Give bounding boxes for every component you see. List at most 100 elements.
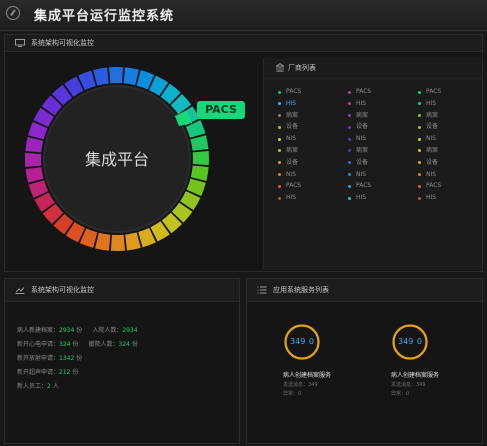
stat-label: 新开心电申请：: [17, 341, 60, 348]
vendor-item[interactable]: HIS: [276, 192, 346, 204]
status-dot-icon: [348, 149, 351, 153]
stats-panel: 系统架构可视化监控 病人新建档案：2934 份入院人数：2934 新开心电申请：32…: [4, 278, 240, 444]
status-dot-icon: [418, 137, 421, 141]
service-count: 349 0: [290, 337, 314, 346]
stat-value: 1342: [59, 355, 75, 362]
vendor-label: HIS: [356, 99, 367, 107]
vendor-item[interactable]: NIS: [416, 133, 486, 145]
vendor-item[interactable]: NIS: [346, 133, 416, 145]
ring-segment[interactable]: [108, 66, 124, 84]
vendor-label: PACS: [426, 182, 442, 190]
line-chart-icon: [15, 287, 25, 294]
pacs-callout[interactable]: PACS: [197, 101, 245, 119]
vendor-item[interactable]: PACS: [416, 86, 486, 98]
stat-label: 人: [52, 383, 59, 390]
ring-segment[interactable]: [110, 234, 126, 252]
bank-icon: [276, 63, 284, 72]
vendor-label: PACS: [286, 88, 302, 95]
stat-value: 324: [118, 341, 130, 348]
vendor-label: NIS: [286, 170, 297, 178]
vendor-item[interactable]: 病案: [416, 145, 486, 157]
service-messages: 发送消息：349: [391, 382, 426, 388]
status-dot-icon: [348, 184, 351, 188]
ring-segment[interactable]: [123, 67, 139, 86]
app-title: 集成平台运行监控系统: [34, 9, 175, 24]
vendor-item[interactable]: NIS: [276, 169, 346, 181]
vendor-item[interactable]: NIS: [416, 169, 486, 181]
service-card[interactable]: 349 0 病人创建档案服务 发送消息：349 异常：0: [283, 323, 363, 397]
ring-segment[interactable]: [190, 165, 209, 181]
vendor-item[interactable]: 设备: [346, 157, 416, 169]
vendor-item[interactable]: 设备: [276, 121, 346, 133]
ring-segment[interactable]: [93, 67, 109, 86]
vendor-list-header: 厂商列表: [264, 58, 482, 79]
vendor-label: NIS: [426, 135, 437, 143]
ring-segment[interactable]: [25, 167, 44, 183]
vendor-item[interactable]: 设备: [416, 121, 486, 133]
panel-header: 应用系统服务列表: [247, 279, 482, 302]
vendor-item[interactable]: 病案: [346, 145, 416, 157]
stat-label: 份: [76, 355, 83, 362]
stat-label: 份: [131, 341, 138, 348]
vendor-item[interactable]: PACS: [346, 180, 416, 192]
status-dot-icon: [278, 90, 281, 94]
ring-segment[interactable]: [25, 152, 42, 168]
vendor-label: NIS: [426, 170, 437, 178]
ring-segment[interactable]: [192, 150, 210, 166]
vendor-item[interactable]: 病案: [276, 110, 346, 122]
vendor-label: 设备: [286, 158, 299, 166]
top-bar: 集成平台运行监控系统: [0, 0, 487, 31]
status-dot-icon: [348, 114, 351, 118]
status-dot-icon: [278, 161, 281, 165]
vendor-item[interactable]: 病案: [416, 110, 486, 122]
vendor-label: 设备: [426, 123, 439, 131]
list-icon: [257, 286, 267, 294]
vendor-item[interactable]: 病案: [276, 145, 346, 157]
vendor-item[interactable]: NIS: [276, 133, 346, 145]
stat-label: 病人新建档案：: [17, 327, 60, 334]
stat-value: 212: [59, 369, 71, 376]
vendor-item[interactable]: PACS: [276, 180, 346, 192]
service-card[interactable]: 349 0 病人创建档案服务 发送消息：349 异常：0: [391, 323, 471, 397]
status-dot-icon: [278, 184, 281, 188]
vendor-item[interactable]: HIS: [346, 192, 416, 204]
stat-label: 份: [72, 369, 79, 376]
vendor-label: 病案: [356, 111, 369, 119]
service-gauge: 349 0: [391, 323, 429, 361]
ring-segment[interactable]: [190, 135, 209, 151]
vendor-item[interactable]: NIS: [346, 169, 416, 181]
vendor-item[interactable]: PACS: [416, 180, 486, 192]
stat-label: 撤院人数：: [88, 341, 119, 348]
service-errors: 异常：0: [391, 391, 410, 397]
ring-segment[interactable]: [95, 232, 111, 251]
vendor-column: PACS HIS 病案 设备 NIS 病案 设备 NIS PACS HIS: [276, 86, 346, 204]
stat-value: 324: [59, 341, 71, 348]
status-dot-icon: [418, 90, 421, 94]
vendor-item[interactable]: 设备: [346, 121, 416, 133]
vendor-item[interactable]: HIS: [416, 192, 486, 204]
stat-row: 新开放射申请：1342 份: [17, 353, 82, 362]
logo-icon: [6, 6, 20, 20]
vendor-label: 设备: [286, 123, 299, 131]
status-dot-icon: [348, 90, 351, 94]
vendor-label: HIS: [286, 99, 297, 107]
ring-segment[interactable]: [25, 137, 44, 153]
stat-label: 新入员工：: [17, 383, 48, 390]
vendor-item[interactable]: 设备: [416, 157, 486, 169]
service-count: 349 0: [398, 337, 422, 346]
vendor-column: PACS HIS 病案 设备 NIS 病案 设备 NIS PACS HIS: [416, 86, 486, 204]
vendor-label: 病案: [426, 111, 439, 119]
status-dot-icon: [418, 102, 421, 106]
vendor-item[interactable]: HIS: [276, 98, 346, 110]
vendor-item[interactable]: PACS: [276, 86, 346, 98]
vendor-item[interactable]: PACS: [346, 86, 416, 98]
vendor-item[interactable]: 病案: [346, 110, 416, 122]
vendor-item[interactable]: HIS: [416, 98, 486, 110]
ring-segment[interactable]: [125, 232, 141, 251]
vendor-label: 病案: [286, 111, 299, 119]
vendor-item[interactable]: 设备: [276, 157, 346, 169]
status-dot-icon: [278, 125, 281, 129]
status-dot-icon: [278, 173, 281, 177]
vendor-item[interactable]: HIS: [346, 98, 416, 110]
vendor-label: NIS: [356, 170, 367, 178]
